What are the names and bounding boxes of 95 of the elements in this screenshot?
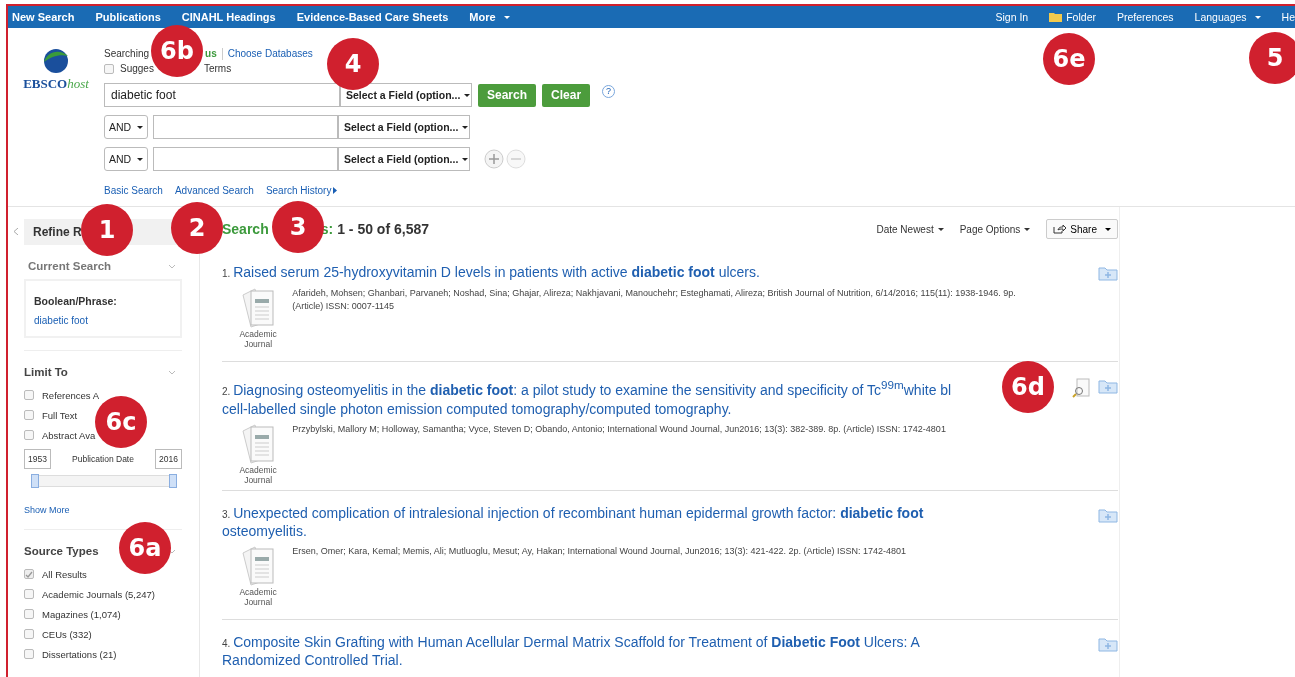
folder-add-icon[interactable]: [1098, 507, 1118, 523]
nav-link[interactable]: New Search: [12, 11, 75, 23]
preview-icon[interactable]: [1072, 378, 1090, 398]
option-label: CEUs (332): [42, 628, 92, 640]
page-options-dropdown[interactable]: Page Options: [959, 223, 1031, 235]
slider-handle[interactable]: [31, 474, 39, 488]
boolean-phrase-label: Boolean/Phrase:: [34, 295, 118, 307]
choose-databases-link[interactable]: Choose Databases: [227, 48, 313, 59]
nav-link[interactable]: Preferences: [1116, 11, 1174, 23]
publication-type-label: Academic Journal: [238, 587, 278, 607]
slider-handle[interactable]: [169, 474, 177, 488]
remove-row-icon[interactable]: [506, 149, 526, 169]
folder-link[interactable]: Folder: [1049, 11, 1096, 23]
chevron-icon[interactable]: [168, 548, 176, 554]
publication-type-label: Academic Journal: [238, 329, 278, 349]
logo-icon: [43, 48, 69, 74]
option-label: Dissertations (21): [42, 648, 117, 660]
search-term-link[interactable]: diabetic foot: [34, 315, 88, 326]
checkbox[interactable]: [24, 649, 34, 659]
collapse-icon[interactable]: [14, 228, 18, 235]
search-field[interactable]: [153, 147, 338, 171]
callout-marker: 6a: [119, 522, 171, 574]
option-label: Magazines (1,074): [42, 608, 121, 620]
search-mode-link[interactable]: Basic Search: [104, 185, 163, 196]
section-heading: Current Search: [28, 260, 112, 272]
logo-wordmark: EBSCOhost: [23, 76, 89, 92]
option-label: Academic Journals (5,247): [42, 588, 155, 600]
folder-add-icon[interactable]: [1098, 636, 1118, 652]
date-to-field[interactable]: 2016: [155, 449, 182, 469]
date-from-field[interactable]: 1953: [24, 449, 51, 469]
searching-label: Searching: [104, 48, 150, 59]
date-range-slider[interactable]: [34, 475, 174, 487]
nav-dropdown[interactable]: Languages: [1194, 11, 1261, 23]
checkbox[interactable]: [24, 589, 34, 599]
result-title-link[interactable]: 1. Raised serum 25-hydroxyvitamin D levels in patients with active diabetic foot ulcers.: [222, 264, 760, 282]
folder-icon: [1049, 12, 1063, 22]
result-title-link[interactable]: 4. Composite Skin Grafting with Human Acellular Dermal Matrix Scaffold for Treatment of Diabetic Foot Ulcers: A Randomized Controlled Trial.: [222, 634, 982, 669]
callout-marker: 4: [327, 38, 379, 90]
field-select[interactable]: Select a Field (option...: [340, 83, 472, 107]
search-field[interactable]: [153, 115, 338, 139]
checkmark-icon: [25, 570, 33, 578]
operator-dropdown[interactable]: AND: [104, 115, 148, 139]
database-name: us: [205, 48, 217, 59]
result-title-link[interactable]: cell-labelled single photon emission computed tomography/computed tomography.: [222, 400, 732, 418]
sort-dropdown[interactable]: Date Newest: [876, 223, 944, 235]
nav-link[interactable]: Publications: [95, 11, 161, 23]
add-row-icon[interactable]: [484, 149, 504, 169]
publication-date-label: Publication Date: [72, 454, 134, 464]
option-label: Abstract Ava: [42, 429, 96, 441]
option-label: Full Text: [42, 409, 78, 421]
checkbox[interactable]: [24, 569, 34, 579]
publication-type-label: Academic Journal: [238, 464, 278, 485]
checkbox[interactable]: [24, 629, 34, 639]
results-count: 1 - 50 of 6,587: [337, 221, 429, 237]
share-icon: [1053, 224, 1067, 234]
suggest-label: Sugges: [120, 63, 154, 74]
checkbox[interactable]: [24, 430, 34, 440]
checkbox[interactable]: [104, 63, 114, 74]
field-select[interactable]: Select a Field (option...: [338, 115, 470, 139]
document-icon: [241, 287, 276, 329]
nav-link[interactable]: He: [1281, 11, 1295, 23]
callout-marker: 2: [171, 202, 223, 254]
document-icon: [241, 545, 276, 587]
field-select[interactable]: Select a Field (option...: [338, 147, 470, 171]
callout-marker: 1: [81, 204, 133, 256]
checkbox[interactable]: [24, 410, 34, 420]
checkbox[interactable]: [24, 390, 34, 400]
nav-link[interactable]: CINAHL Headings: [181, 11, 276, 23]
result-title-link[interactable]: 2. Diagnosing osteomyelitis in the diabetic foot: a pilot study to examine the sensitivity and specificity of Tc$^{99m}$white bl: [222, 376, 952, 400]
folder-add-icon[interactable]: [1098, 378, 1118, 394]
section-heading: Limit To: [24, 366, 68, 378]
result-title-link[interactable]: 3. Unexpected complication of intralesional injection of recombinant human epidermal growth factor: diabetic foot osteomyelitis.: [222, 505, 982, 540]
citation-text: Przybylski, Mallory M; Holloway, Samantha; Vyce, Steven D; Obando, Antonio; International Wound Journal, Jun2016; 13(3): 382-389. 8p. (Article) ISSN: 1742-4801: [292, 422, 947, 436]
citation-text: Afarideh, Mohsen; Ghanbari, Parvaneh; Noshad, Sina; Ghajar, Alireza; Nakhjavani, Manouchehr; Esteghamati, Alireza; British Journal of Nutrition, 6/14/2016; 115(11): 1938-1946. 9p. (Article) ISSN: 0007-1145: [292, 287, 1017, 313]
search-mode-link[interactable]: Search History: [265, 185, 332, 196]
search-field[interactable]: diabetic foot: [104, 83, 340, 107]
document-icon: [241, 422, 276, 465]
nav-dropdown[interactable]: More: [469, 11, 510, 23]
callout-marker: 6e: [1043, 33, 1095, 85]
callout-marker: 6d: [1002, 361, 1054, 413]
checkbox[interactable]: [24, 609, 34, 619]
option-label: All Results: [42, 568, 87, 580]
nav-link[interactable]: Sign In: [995, 11, 1029, 23]
show-more-link[interactable]: Show More: [24, 505, 182, 515]
triangle-right-icon: [333, 187, 338, 194]
terms-label: Terms: [203, 63, 232, 74]
section-heading: Source Types: [24, 545, 99, 557]
operator-dropdown[interactable]: AND: [104, 147, 148, 171]
folder-add-icon[interactable]: [1098, 265, 1118, 281]
callout-marker: 5: [1249, 32, 1295, 84]
nav-link[interactable]: Evidence-Based Care Sheets: [296, 11, 449, 23]
search-mode-link[interactable]: Advanced Search: [174, 185, 254, 196]
citation-text: Ersen, Omer; Kara, Kemal; Memis, Ali; Mutluoglu, Mesut; Ay, Hakan; International Wound Journal, Jun2016; 13(3): 421-422. 2p. (Article) ISSN: 1742-4801: [292, 545, 907, 558]
share-button[interactable]: Share: [1046, 219, 1118, 239]
callout-marker: 3: [272, 201, 324, 253]
